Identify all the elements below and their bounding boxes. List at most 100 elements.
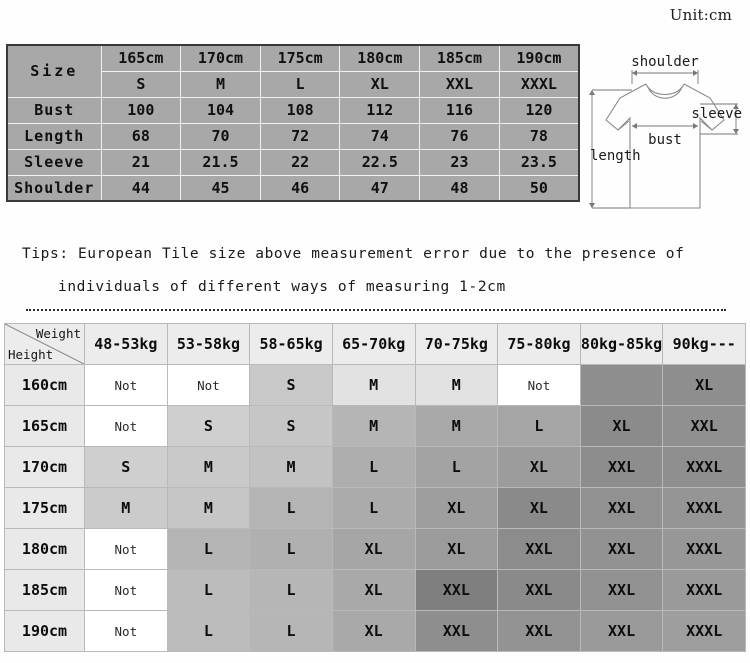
unit-label: Unit:cm <box>669 6 732 24</box>
size-cell-bust-5: 120 <box>498 96 580 124</box>
fit-row-height-label: 185cm <box>4 569 85 611</box>
size-header-size-1: M <box>180 70 261 98</box>
size-table-row-sleeve: Sleeve 21 21.5 22 22.5 23 23.5 <box>6 148 580 176</box>
size-header-height-1: 170cm <box>180 44 261 72</box>
fit-table-row: 180cm Not L L XL XL XXL XXL XXXL <box>4 528 746 570</box>
fit-cell: M <box>166 487 251 529</box>
fit-cell <box>579 364 664 406</box>
fit-cell: Not <box>84 405 168 447</box>
height-weight-fit-table: Weight Height 48-53kg 53-58kg 58-65kg 65… <box>4 323 746 652</box>
fit-corner-height-label: Height <box>8 347 54 362</box>
size-cell-bust-4: 116 <box>419 96 500 124</box>
fit-row-height-label: 165cm <box>4 405 85 447</box>
size-header-size-4: XXL <box>419 70 500 98</box>
fit-cell: XL <box>662 364 746 406</box>
size-cell-sleeve-3: 22.5 <box>339 148 421 176</box>
fit-cell: Not <box>497 364 581 406</box>
size-header-height-4: 185cm <box>419 44 500 72</box>
size-header-size-2: L <box>259 70 341 98</box>
fit-cell: XL <box>414 528 499 570</box>
size-row-label-shoulder: Shoulder <box>6 174 102 202</box>
fit-cell: M <box>331 364 416 406</box>
size-header-size-3: XL <box>339 70 421 98</box>
size-cell-sleeve-1: 21.5 <box>180 148 261 176</box>
fit-cell: XL <box>331 528 416 570</box>
fit-table-header-row: Weight Height 48-53kg 53-58kg 58-65kg 65… <box>4 323 746 365</box>
fit-cell: XL <box>331 610 416 652</box>
fit-cell: XXXL <box>662 610 746 652</box>
fit-cell: M <box>166 446 251 488</box>
tshirt-diagram: shoulder sleeve bust length <box>588 44 744 228</box>
fit-cell: XL <box>331 569 416 611</box>
size-table-row-shoulder: Shoulder 44 45 46 47 48 50 <box>6 174 580 202</box>
fit-weight-header-2: 58-65kg <box>249 323 333 365</box>
diagram-label-shoulder: shoulder <box>631 54 698 70</box>
fit-cell: XXXL <box>662 528 746 570</box>
size-header-height-2: 175cm <box>259 44 341 72</box>
fit-cell: L <box>331 487 416 529</box>
size-cell-length-0: 68 <box>100 122 182 150</box>
fit-cell: Not <box>84 569 168 611</box>
fit-table-row: 190cm Not L L XL XXL XXL XXL XXXL <box>4 610 746 652</box>
size-header-height-5: 190cm <box>498 44 580 72</box>
fit-cell: XXL <box>414 610 499 652</box>
size-cell-bust-3: 112 <box>339 96 421 124</box>
size-cell-shoulder-1: 45 <box>180 174 261 202</box>
fit-cell: XXL <box>579 446 664 488</box>
fit-cell: Not <box>84 528 168 570</box>
top-section: Size 165cm 170cm 175cm 180cm 185cm 190cm… <box>6 44 744 230</box>
diagram-label-length: length <box>590 148 641 164</box>
fit-cell: L <box>249 569 333 611</box>
fit-row-height-label: 190cm <box>4 610 85 652</box>
fit-cell: XXXL <box>662 569 746 611</box>
fit-cell: L <box>166 610 251 652</box>
fit-cell: XXL <box>497 610 581 652</box>
fit-cell: XXL <box>579 569 664 611</box>
fit-cell: L <box>249 610 333 652</box>
fit-cell: L <box>497 405 581 447</box>
fit-weight-header-5: 75-80kg <box>497 323 581 365</box>
fit-cell: XXL <box>579 528 664 570</box>
fit-weight-header-1: 53-58kg <box>166 323 251 365</box>
fit-cell: M <box>249 446 333 488</box>
tips-line-1: Tips: European Tile size above measureme… <box>22 246 685 262</box>
size-cell-shoulder-2: 46 <box>259 174 341 202</box>
size-cell-sleeve-4: 23 <box>419 148 500 176</box>
size-table-row-bust: Bust 100 104 108 112 116 120 <box>6 96 580 124</box>
size-measurement-table: Size 165cm 170cm 175cm 180cm 185cm 190cm… <box>6 44 580 202</box>
fit-cell: XXL <box>579 487 664 529</box>
diagram-label-sleeve: sleeve <box>691 106 742 122</box>
size-header-height-3: 180cm <box>339 44 421 72</box>
fit-row-height-label: 170cm <box>4 446 85 488</box>
size-row-label-bust: Bust <box>6 96 102 124</box>
fit-cell: L <box>249 487 333 529</box>
fit-cell: XL <box>414 487 499 529</box>
fit-cell: XXXL <box>662 446 746 488</box>
size-cell-shoulder-5: 50 <box>498 174 580 202</box>
size-row-label-sleeve: Sleeve <box>6 148 102 176</box>
fit-weight-header-3: 65-70kg <box>331 323 416 365</box>
size-table-height-header-row: Size 165cm 170cm 175cm 180cm 185cm 190cm <box>6 44 580 98</box>
size-cell-sleeve-0: 21 <box>100 148 182 176</box>
fit-cell: S <box>249 364 333 406</box>
fit-cell: XXL <box>497 528 581 570</box>
fit-weight-header-6: 80kg-85kg <box>579 323 664 365</box>
fit-weight-header-7: 90kg--- <box>662 323 746 365</box>
fit-cell: L <box>249 528 333 570</box>
fit-table-row: 185cm Not L L XL XXL XXL XXL XXXL <box>4 569 746 611</box>
fit-table-row: 170cm S M M L L XL XXL XXXL <box>4 446 746 488</box>
size-cell-sleeve-2: 22 <box>259 148 341 176</box>
size-header-size-0: S <box>100 70 182 98</box>
fit-corner-inner: Weight Height <box>5 324 84 364</box>
fit-cell: S <box>249 405 333 447</box>
size-cell-length-1: 70 <box>180 122 261 150</box>
fit-row-height-label: 175cm <box>4 487 85 529</box>
fit-table-row: 165cm Not S S M M L XL XXL <box>4 405 746 447</box>
fit-cell: XXL <box>497 569 581 611</box>
fit-table-body: Weight Height 48-53kg 53-58kg 58-65kg 65… <box>4 323 746 652</box>
size-cell-length-3: 74 <box>339 122 421 150</box>
tshirt-illustration-svg: shoulder sleeve bust length <box>589 54 742 209</box>
fit-cell: XL <box>497 446 581 488</box>
fit-cell: XXL <box>662 405 746 447</box>
fit-corner-weight-label: Weight <box>35 326 81 341</box>
